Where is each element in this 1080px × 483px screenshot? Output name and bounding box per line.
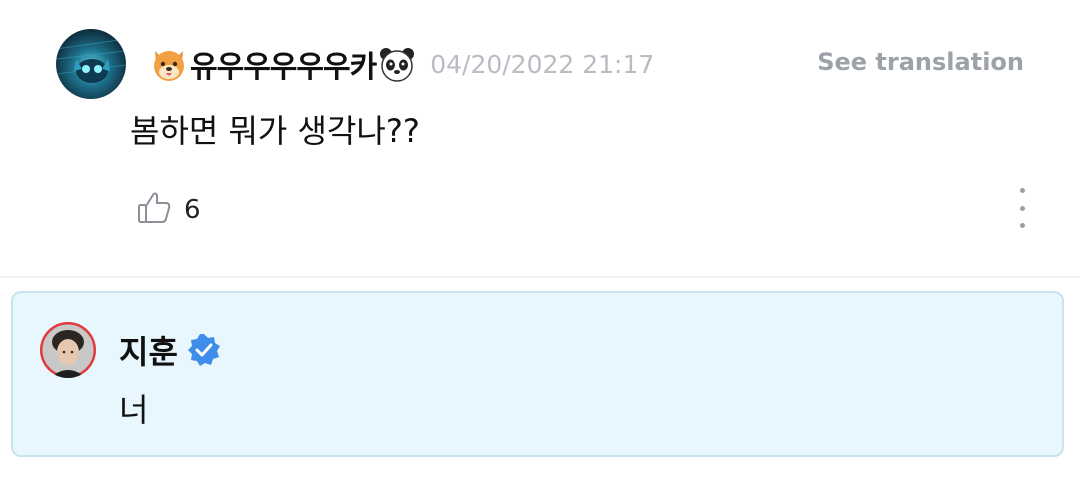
reply-card: 지훈 너 — [11, 291, 1064, 457]
more-options-button[interactable] — [1016, 188, 1028, 228]
comment-timestamp: 04/20/2022 21:17 — [430, 49, 655, 79]
commenter-avatar[interactable] — [56, 29, 126, 99]
panda-emoji-icon — [378, 45, 416, 83]
comment-text: 봄하면 뭐가 생각나?? — [130, 112, 420, 150]
more-vertical-icon — [1019, 188, 1025, 193]
like-count: 6 — [184, 195, 201, 225]
see-translation-link[interactable]: See translation — [817, 48, 1024, 76]
replier-name[interactable]: 지훈 — [119, 327, 178, 373]
commenter-username[interactable]: 유우우우우우카 — [190, 42, 377, 86]
divider — [0, 276, 1080, 278]
replier-avatar[interactable] — [40, 322, 96, 378]
like-button[interactable]: 6 — [136, 190, 201, 230]
reply-header: 지훈 — [119, 327, 222, 373]
thumbs-up-icon — [136, 190, 172, 230]
verified-badge-icon — [186, 332, 222, 368]
comment-header: 유우우우우우카 04/20/2022 21:17 — [150, 42, 654, 86]
reply-text: 너 — [119, 391, 149, 429]
dog-emoji-icon — [150, 45, 188, 83]
